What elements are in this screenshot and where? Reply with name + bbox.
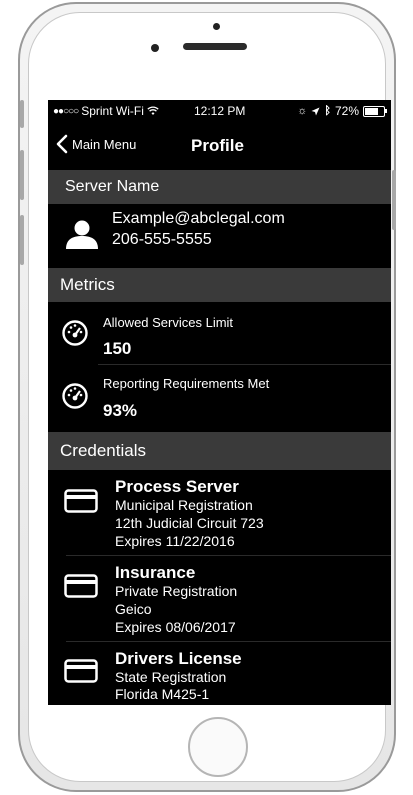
proximity-sensor xyxy=(213,23,220,30)
credentials-header: Credentials xyxy=(48,432,391,470)
location-arrow-icon xyxy=(311,107,320,115)
credential-detail: Geico xyxy=(115,601,152,617)
user-icon xyxy=(66,220,98,249)
card-icon xyxy=(64,489,98,513)
battery-fill xyxy=(365,107,378,115)
status-bar: ●●○○○ Sprint Wi-Fi 12:12 PM ☼ ᛒ 72% xyxy=(48,100,391,122)
metric-row: Allowed Services Limit 150 xyxy=(48,302,391,364)
credential-item-process-server[interactable]: Process Server Municipal Registration 12… xyxy=(48,470,391,554)
metric-value: 150 xyxy=(103,339,132,358)
card-icon xyxy=(64,574,98,598)
credential-detail: Private Registration xyxy=(115,583,238,599)
metrics-header: Metrics xyxy=(48,268,391,302)
earpiece-speaker xyxy=(183,43,247,50)
server-name-header-label: Server Name xyxy=(65,178,160,195)
mute-switch xyxy=(20,100,24,128)
wifi-icon xyxy=(147,106,159,115)
power-button xyxy=(392,170,396,230)
app-screen: ●●○○○ Sprint Wi-Fi 12:12 PM ☼ ᛒ 72% Main… xyxy=(48,100,391,705)
home-button[interactable] xyxy=(188,717,248,777)
back-button-label: Main Menu xyxy=(72,136,137,152)
volume-up-button xyxy=(20,150,24,200)
front-camera xyxy=(151,44,159,52)
credential-detail: State Registration xyxy=(115,669,227,685)
brightness-icon: ☼ xyxy=(297,105,308,117)
status-time: 12:12 PM xyxy=(194,104,246,118)
metrics-header-label: Metrics xyxy=(60,275,115,294)
credential-detail: Florida M425-1 xyxy=(115,686,210,702)
credential-detail: Expires 08/06/2017 xyxy=(115,619,236,635)
server-phone: 206-555-5555 xyxy=(112,231,212,248)
credential-title: Drivers License xyxy=(115,649,242,668)
credentials-header-label: Credentials xyxy=(60,441,146,460)
metric-label: Reporting Requirements Met xyxy=(103,376,270,391)
page-title: Profile xyxy=(191,136,244,155)
chevron-left-icon xyxy=(56,134,68,154)
server-email: Example@abclegal.com xyxy=(112,210,285,227)
speedometer-icon xyxy=(62,383,88,409)
card-icon xyxy=(64,659,98,683)
credential-detail: Expires 11/22/2016 xyxy=(115,533,235,549)
bluetooth-icon: ᛒ xyxy=(324,105,331,117)
credential-title: Process Server xyxy=(115,477,239,496)
carrier-label: Sprint Wi-Fi xyxy=(81,104,144,118)
battery-percent: 72% xyxy=(334,104,359,118)
metric-value: 93% xyxy=(103,401,138,420)
credential-item-insurance[interactable]: Insurance Private Registration Geico Exp… xyxy=(48,556,391,640)
credential-detail: 12th Judicial Circuit 723 xyxy=(115,515,264,531)
credential-title: Insurance xyxy=(115,563,196,582)
metric-row: Reporting Requirements Met 93% xyxy=(48,365,391,430)
back-button[interactable]: Main Menu xyxy=(56,134,136,154)
navigation-bar: Main Menu Profile xyxy=(48,124,391,168)
server-name-header: Server Name xyxy=(48,170,391,204)
speedometer-icon xyxy=(62,320,88,346)
volume-down-button xyxy=(20,215,24,265)
credential-detail: Municipal Registration xyxy=(115,497,253,513)
signal-dots-icon: ●●○○○ xyxy=(53,105,79,117)
battery-icon xyxy=(363,105,387,117)
metric-label: Allowed Services Limit xyxy=(103,315,234,330)
server-info-row: Example@abclegal.com 206-555-5555 xyxy=(48,204,391,268)
credential-item-drivers-license[interactable]: Drivers License State Registration Flori… xyxy=(48,642,391,705)
